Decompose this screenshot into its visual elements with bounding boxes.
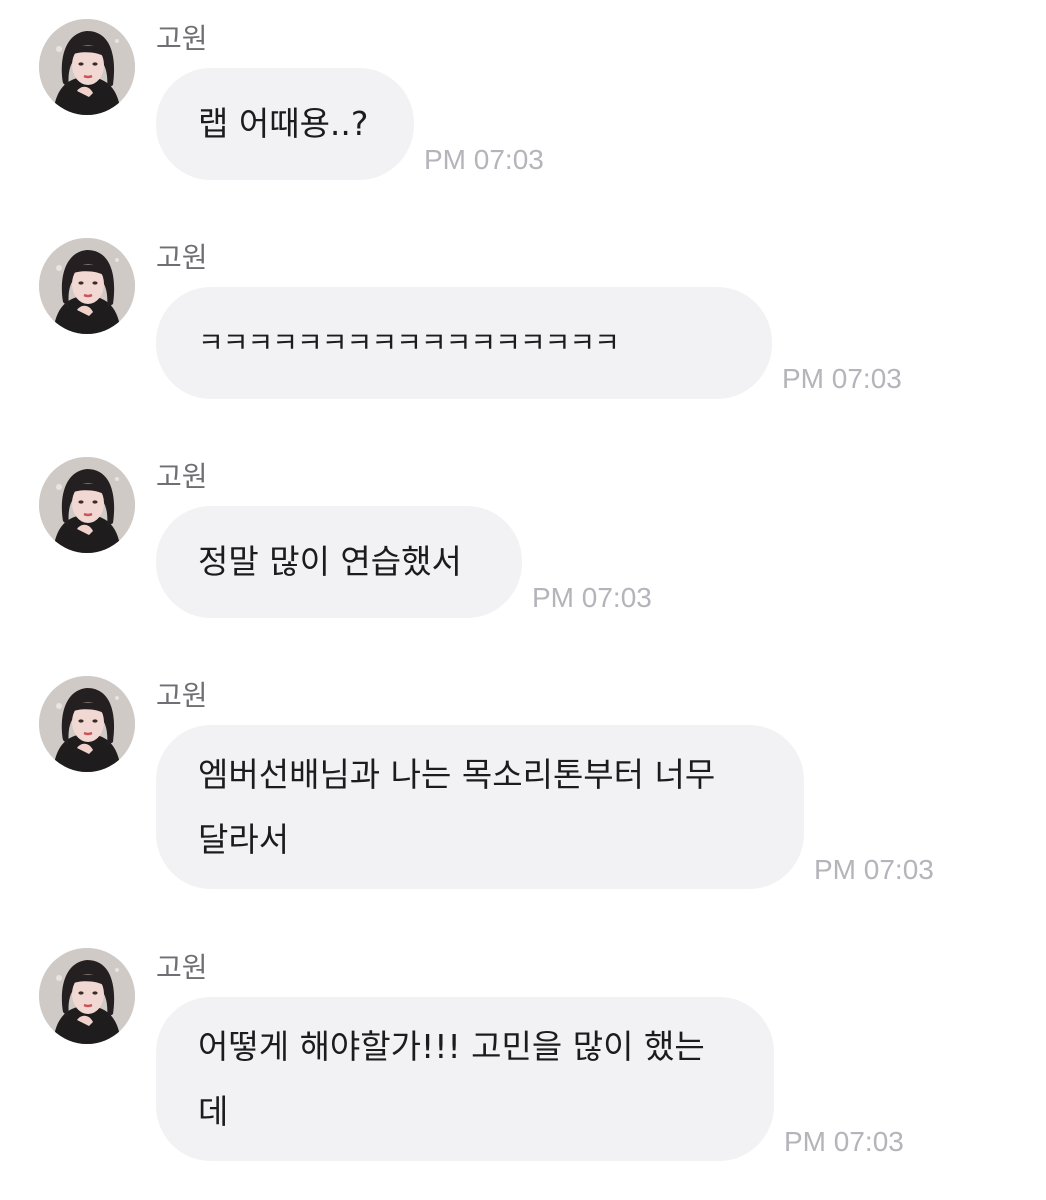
avatar[interactable] xyxy=(39,238,135,334)
sender-name: 고원 xyxy=(156,22,208,55)
profile-photo-icon xyxy=(39,676,135,772)
avatar[interactable] xyxy=(39,457,135,553)
message-timestamp: PM 07:03 xyxy=(532,582,652,613)
sender-name: 고원 xyxy=(156,951,208,984)
message-timestamp: PM 07:03 xyxy=(782,363,902,394)
message-bubble[interactable]: 랩 어때용..? xyxy=(156,68,414,180)
message-bubble[interactable]: 어떻게 해야할가!!! 고민을 많이 했는 데 xyxy=(156,997,774,1161)
avatar[interactable] xyxy=(39,948,135,1044)
message-bubble[interactable]: 정말 많이 연습했서 xyxy=(156,506,522,618)
message-timestamp: PM 07:03 xyxy=(784,1126,904,1157)
profile-photo-icon xyxy=(39,948,135,1044)
message-bubble[interactable]: ㅋㅋㅋㅋㅋㅋㅋㅋㅋㅋㅋㅋㅋㅋㅋㅋㅋ xyxy=(156,287,772,399)
message-timestamp: PM 07:03 xyxy=(814,854,934,885)
profile-photo-icon xyxy=(39,19,135,115)
avatar[interactable] xyxy=(39,676,135,772)
avatar[interactable] xyxy=(39,19,135,115)
message-bubble[interactable]: 엠버선배님과 나는 목소리톤부터 너무 달라서 xyxy=(156,725,804,889)
sender-name: 고원 xyxy=(156,460,208,493)
sender-name: 고원 xyxy=(156,679,208,712)
sender-name: 고원 xyxy=(156,241,208,274)
profile-photo-icon xyxy=(39,238,135,334)
message-timestamp: PM 07:03 xyxy=(424,144,544,175)
profile-photo-icon xyxy=(39,457,135,553)
